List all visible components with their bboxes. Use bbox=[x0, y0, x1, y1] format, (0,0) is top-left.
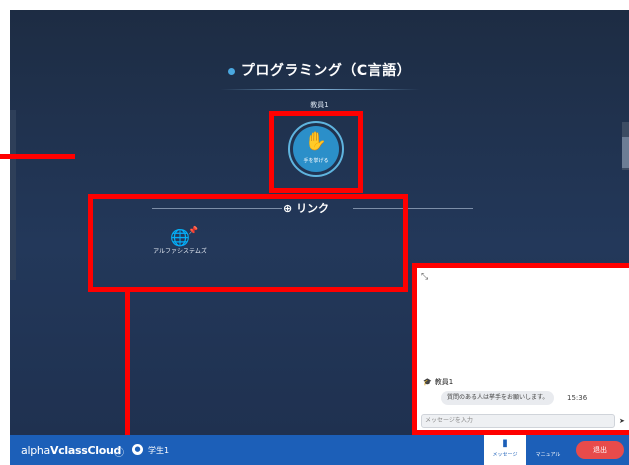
status-dot-icon bbox=[227, 67, 235, 75]
tab-message-label: メッセージ bbox=[492, 452, 518, 458]
teacher-name: 教員1 bbox=[310, 101, 329, 109]
tab-manual[interactable]: マニュアル bbox=[528, 435, 568, 465]
side-scroll-thumb[interactable] bbox=[622, 137, 629, 168]
tab-message[interactable]: ▮ メッセージ bbox=[484, 435, 526, 465]
brand-prefix: alpha bbox=[21, 444, 50, 457]
highlight-box-chat bbox=[412, 263, 629, 435]
left-edge-strip bbox=[10, 110, 16, 280]
course-title: プログラミング（C言語） bbox=[10, 60, 629, 80]
user-icon: ● bbox=[132, 444, 143, 455]
info-icon[interactable]: ⓘ bbox=[114, 444, 124, 459]
brand-suffix: VclassCloud bbox=[50, 444, 122, 457]
brand-logo: alphaVclassCloud bbox=[21, 444, 121, 457]
highlight-box-raise-hand bbox=[269, 111, 363, 193]
annotation-line-hand bbox=[0, 154, 75, 159]
course-title-text: プログラミング（C言語） bbox=[240, 63, 412, 79]
bottom-bar: alphaVclassCloud ⓘ ● 学生1 ▮ メッセージ マニュアル 退… bbox=[10, 435, 629, 465]
title-underline bbox=[220, 89, 420, 90]
tab-manual-label: マニュアル bbox=[535, 452, 561, 458]
chat-bubble-icon: ▮ bbox=[502, 438, 508, 449]
exit-button[interactable]: 退出 bbox=[576, 441, 624, 459]
highlight-box-links bbox=[88, 194, 408, 292]
user-name: 学生1 bbox=[148, 446, 170, 455]
